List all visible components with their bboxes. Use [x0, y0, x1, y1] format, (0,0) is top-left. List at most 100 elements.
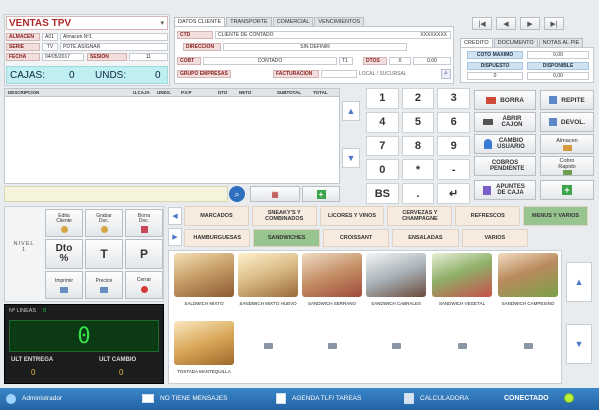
category-next-icon[interactable]: ▶ [168, 228, 182, 246]
tab-vencimientos[interactable]: VENCIMIENTOS [314, 17, 365, 26]
product-item[interactable]: SANDWICH SERRANO [301, 253, 363, 315]
cerrar-button[interactable]: Cerrar [125, 271, 163, 299]
facturacion-field[interactable] [321, 70, 357, 78]
almacen-name-field[interactable]: Almacen Nº1 [60, 33, 168, 41]
key-1[interactable]: 1 [366, 88, 399, 109]
search-icon[interactable]: ⌕ [441, 69, 451, 79]
notebook-icon [482, 185, 491, 195]
almacen-button[interactable]: Almacen [540, 134, 594, 154]
tab-datos-cliente[interactable]: DATOS CLIENTE [174, 17, 226, 26]
borra-doc-button[interactable]: Borra Doc. [125, 209, 163, 237]
category-ensaladas[interactable]: ENSALADAS [392, 229, 459, 247]
title-select[interactable]: VENTAS TPV ▾ [6, 16, 168, 30]
tab-documento[interactable]: DOCUMENTO [493, 38, 538, 47]
category-marcados[interactable]: MARCADOS [184, 206, 249, 226]
key-2[interactable]: 2 [401, 88, 435, 109]
devol-button[interactable]: DEVOL. [540, 112, 594, 132]
product-item[interactable]: SANDWICH CABRALES [365, 253, 427, 315]
key-backspace[interactable]: BS [366, 183, 399, 204]
product-item[interactable]: SALDWICH MIXTO [173, 253, 235, 315]
product-item[interactable]: SANDWICH VEGETAL [431, 253, 493, 315]
tab-transporte[interactable]: TRANSPORTE [226, 17, 272, 26]
category-hamburguesas[interactable]: HAMBURGUESAS [184, 229, 251, 247]
product-item[interactable]: TOSTADA MANTEQUILLA [173, 321, 235, 383]
category-refrescos[interactable]: REFRESCOS [455, 206, 521, 226]
product-search-input[interactable] [4, 186, 228, 202]
key-7[interactable]: 7 [366, 135, 399, 157]
category-sandwiches[interactable]: SANDWICHES [253, 229, 320, 247]
direccion-field[interactable]: SIN DEFINIR [223, 43, 407, 51]
ctd-field[interactable]: CLIENTE DE CONTADO XXXXXXXX [215, 31, 451, 39]
key-5[interactable]: 5 [401, 111, 435, 133]
add-line-button[interactable]: + [302, 186, 340, 202]
edita-cliente-button[interactable]: Edita Cliente [45, 209, 83, 237]
serie-name-field[interactable]: PDTE.ASIGNAR [60, 43, 168, 51]
category-croissant[interactable]: CROISSANT [322, 229, 390, 247]
tab-credito[interactable]: CREDITO [460, 38, 493, 47]
serie-code-field[interactable]: TV [42, 43, 58, 51]
category-cervezas[interactable]: CERVEZAS Y CHAMPAGNE [387, 206, 453, 226]
t-button[interactable]: T [85, 239, 123, 269]
key-0[interactable]: 0 [366, 159, 399, 181]
dto-button[interactable]: Dto % [45, 239, 83, 269]
category-varios[interactable]: VARIOS [461, 229, 529, 247]
p-button[interactable]: P [125, 239, 163, 269]
products-up-icon[interactable]: ▲ [566, 262, 592, 302]
dtos-field-2[interactable]: 0,00 [413, 57, 451, 65]
cambio-usuario-button[interactable]: CAMBIO USUARIO [474, 134, 536, 154]
scroll-up-icon[interactable]: ▲ [342, 101, 360, 121]
search-icon[interactable]: ⌕ [229, 186, 245, 202]
products-down-icon[interactable]: ▼ [566, 324, 592, 364]
abrir-cajon-button[interactable]: ABRIR CAJON [474, 112, 536, 132]
lineas-value: 0 [43, 308, 47, 314]
dispuesto-field[interactable]: 0 [467, 72, 523, 80]
prev-icon[interactable]: ◀ [496, 17, 516, 30]
product-item[interactable]: SANDWICH CAMPESINO [497, 253, 559, 315]
key-decimal[interactable]: . [401, 183, 435, 204]
dtos-field-1[interactable]: 0 [389, 57, 411, 65]
agenda-link[interactable]: AGENDA TLF/ TAREAS [292, 395, 361, 402]
fecha-field[interactable]: 04/05/2017 [42, 53, 84, 61]
category-licores[interactable]: LICORES Y VINOS [319, 206, 385, 226]
scroll-down-icon[interactable]: ▼ [342, 148, 360, 168]
key-8[interactable]: 8 [401, 135, 435, 157]
tarifa-field[interactable]: T1 [339, 57, 353, 65]
precios-button[interactable]: Precios [85, 271, 123, 299]
tab-comercial[interactable]: COMERCIAL [272, 17, 314, 26]
lines-table[interactable]: DESCRIPCION U.CAJA UNDS. P.V.P DTO NETO … [4, 88, 340, 184]
key-multiply[interactable]: * [401, 159, 435, 181]
borra-button[interactable]: BORRA [474, 90, 536, 110]
category-prev-icon[interactable]: ◀ [168, 207, 182, 225]
repite-button[interactable]: REPITE [540, 90, 594, 110]
key-3[interactable]: 3 [437, 88, 470, 109]
calculadora-link[interactable]: CALCULADORA [420, 395, 469, 402]
key-4[interactable]: 4 [366, 111, 399, 133]
grabar-doc-button[interactable]: Grabar Doc. [85, 209, 123, 237]
calendar-icon[interactable]: ▦ [250, 186, 300, 202]
cobt-field[interactable]: CONTADO [203, 57, 337, 65]
product-item[interactable]: SANDWICH MIXTO HUEVO [237, 253, 299, 315]
disponible-field[interactable]: 0,00 [527, 72, 589, 80]
last-icon[interactable]: ▶| [544, 17, 564, 30]
key-6[interactable]: 6 [437, 111, 470, 133]
tab-notas-pie[interactable]: NOTAS AL PIE [538, 38, 584, 47]
product-image [432, 253, 492, 297]
next-icon[interactable]: ▶ [520, 17, 540, 30]
category-sneakys[interactable]: SNEAKY'S Y COMBINADOS [251, 206, 317, 226]
key-9[interactable]: 9 [437, 135, 470, 157]
first-icon[interactable]: |◀ [472, 17, 492, 30]
messages-status[interactable]: NO TIENE MENSAJES [160, 395, 227, 402]
apuntes-caja-button[interactable]: APUNTES DE CAJA [474, 180, 536, 200]
almacen-code-field[interactable]: A01 [42, 33, 58, 41]
category-menus[interactable]: MENUS Y VARIOS [523, 206, 588, 226]
imprimir-button[interactable]: Imprimir [45, 271, 83, 299]
add-button[interactable]: + [540, 180, 594, 200]
key-enter[interactable]: ↵ [437, 183, 470, 204]
col-dto: DTO [218, 90, 228, 95]
coto-field[interactable]: 0,00 [527, 51, 589, 59]
sesion-field[interactable]: 11 [129, 53, 168, 61]
key-minus[interactable]: - [437, 159, 470, 181]
current-user[interactable]: Administrador [22, 395, 62, 402]
cobro-rapido-button[interactable]: Cobro Rapido [540, 156, 594, 176]
cobros-pendiente-button[interactable]: COBROS PENDIENTE [474, 156, 536, 176]
